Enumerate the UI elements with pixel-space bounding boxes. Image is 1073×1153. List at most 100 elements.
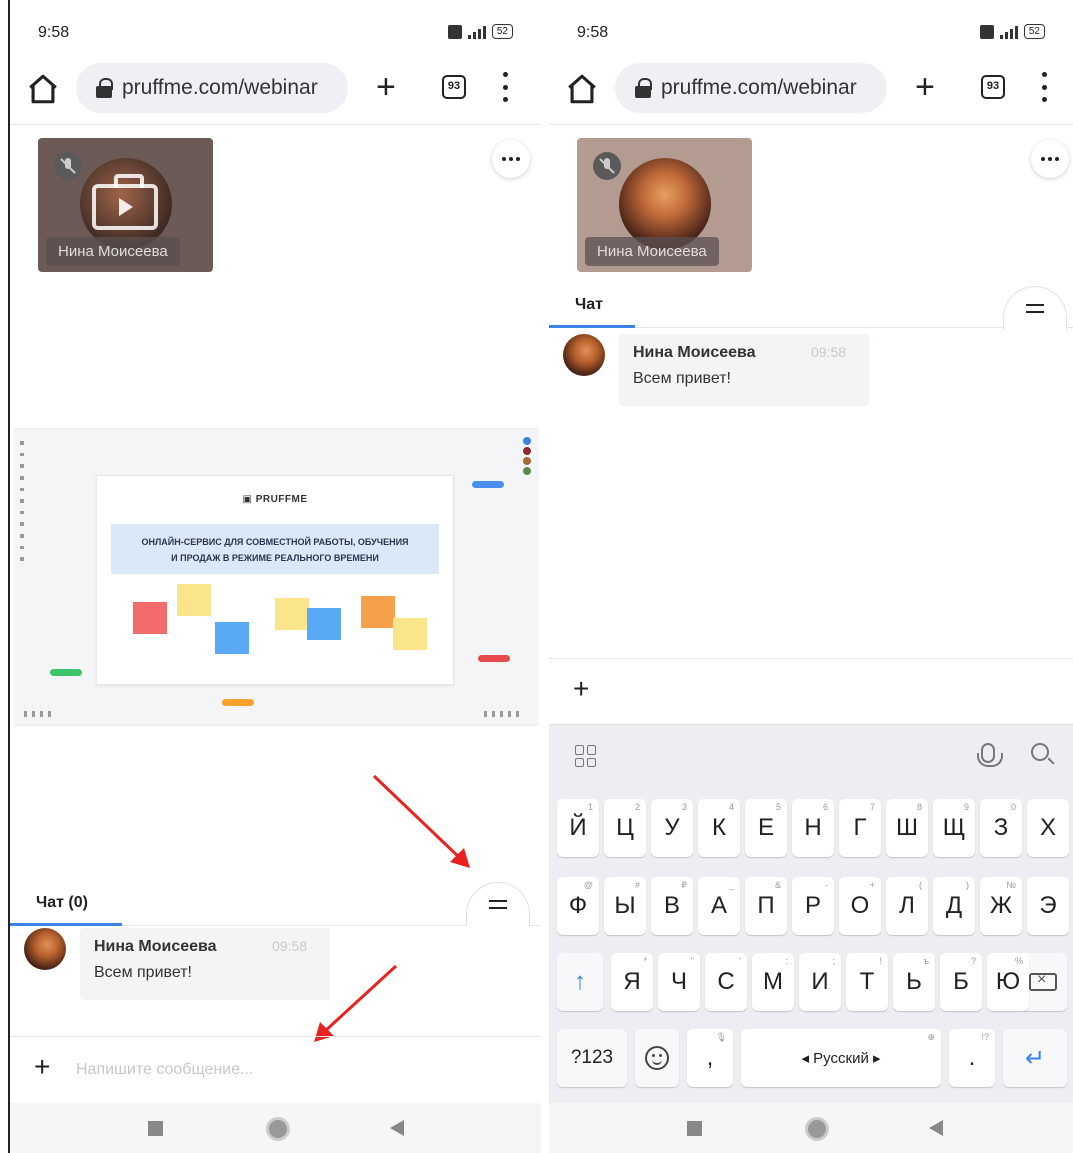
key-4[interactable]: К4: [698, 799, 740, 857]
grid-icon[interactable]: [575, 745, 597, 767]
shift-key[interactable]: ↑: [557, 953, 603, 1011]
search-icon[interactable]: [1031, 743, 1049, 761]
back-button[interactable]: [390, 1120, 404, 1136]
key-9[interactable]: Щ9: [933, 799, 975, 857]
key-5[interactable]: И;: [799, 953, 841, 1011]
message-bubble: Нина Моисеева 09:58 Всем привет!: [80, 928, 330, 1000]
key-11[interactable]: Э: [1027, 877, 1069, 935]
key-7[interactable]: Ьъ: [893, 953, 935, 1011]
home-button[interactable]: [805, 1117, 829, 1141]
participant-video-tile[interactable]: Нина Моисеева: [577, 138, 752, 272]
key-2[interactable]: Ч ": [658, 953, 700, 1011]
signal-icon: [467, 25, 486, 39]
key-label: Г: [853, 814, 867, 841]
key-4[interactable]: А _: [698, 877, 740, 935]
key-label: Ц: [616, 814, 634, 841]
key-2[interactable]: Ц2: [604, 799, 646, 857]
comma-key[interactable]: , 🎙: [687, 1029, 733, 1087]
enter-key[interactable]: ↵: [1003, 1029, 1067, 1087]
tabs-icon[interactable]: 93: [981, 75, 1005, 99]
back-button[interactable]: [929, 1120, 943, 1136]
tab-chat[interactable]: Чат (0): [36, 894, 88, 912]
participant-name: Нина Моисеева: [46, 237, 180, 266]
key-7[interactable]: Г7: [839, 799, 881, 857]
mic-off-icon: [54, 152, 82, 180]
home-icon[interactable]: [26, 72, 60, 106]
key-hint: 5: [775, 802, 781, 812]
message-text: Всем привет!: [633, 370, 731, 387]
key-label: О: [850, 892, 870, 919]
attach-plus-icon[interactable]: +: [34, 1053, 50, 1081]
recents-button[interactable]: [687, 1121, 702, 1136]
key-10[interactable]: З0: [980, 799, 1022, 857]
key-hint: -: [825, 880, 828, 890]
key-10[interactable]: Ж №: [980, 877, 1022, 935]
participant-video-tile[interactable]: Нина Моисеева: [38, 138, 213, 272]
key-11[interactable]: Х: [1027, 799, 1069, 857]
new-tab-plus-icon[interactable]: +: [915, 70, 935, 104]
key-4[interactable]: М:: [752, 953, 794, 1011]
home-icon[interactable]: [565, 72, 599, 106]
key-3[interactable]: С ': [705, 953, 747, 1011]
battery-icon: 52: [1023, 24, 1045, 39]
key-label: Л: [899, 892, 915, 919]
key-9[interactable]: Ю%: [987, 953, 1029, 1011]
hamburger-icon[interactable]: [1003, 286, 1067, 330]
menu-icon[interactable]: [500, 72, 510, 102]
hamburger-icon[interactable]: [466, 882, 530, 926]
key-hint: 3: [681, 802, 687, 812]
key-7[interactable]: О +: [839, 877, 881, 935]
key-1[interactable]: Ф @: [557, 877, 599, 935]
key-1[interactable]: Я *: [611, 953, 653, 1011]
address-bar[interactable]: pruffme.com/webinar: [76, 63, 348, 113]
key-8[interactable]: Л(: [886, 877, 928, 935]
recents-button[interactable]: [148, 1121, 163, 1136]
attach-plus-icon[interactable]: +: [573, 675, 589, 703]
key-6[interactable]: Т!: [846, 953, 888, 1011]
tabs-icon[interactable]: 93: [442, 75, 466, 99]
lock-icon: [96, 78, 113, 98]
key-6[interactable]: Н6: [792, 799, 834, 857]
more-options-button[interactable]: [492, 140, 530, 178]
more-options-button[interactable]: [1031, 140, 1069, 178]
chat-tab-bar: Чат: [549, 270, 1073, 330]
key-hint: ъ: [923, 956, 929, 966]
menu-icon[interactable]: [1039, 72, 1049, 102]
key-6[interactable]: Р-: [792, 877, 834, 935]
key-8[interactable]: Ш8: [886, 799, 928, 857]
address-bar[interactable]: pruffme.com/webinar: [615, 63, 887, 113]
key-hint: !: [879, 956, 882, 966]
key-hint: 8: [916, 802, 922, 812]
space-key[interactable]: ◂ Русский ▸ ⊕: [741, 1029, 941, 1087]
key-label: Б: [953, 968, 969, 995]
key-hint: ': [739, 956, 741, 966]
whiteboard-preview[interactable]: ▣ PRUFFME ОНЛАЙН-СЕРВИС ДЛЯ СОВМЕСТНОЙ Р…: [14, 428, 539, 726]
sticky-note: [307, 608, 341, 640]
key-label: Х: [1039, 814, 1056, 841]
key-label: Ж: [989, 892, 1013, 919]
key-2[interactable]: Ы #: [604, 877, 646, 935]
sticky-note: [215, 622, 249, 654]
period-key[interactable]: .!?: [949, 1029, 995, 1087]
home-button[interactable]: [266, 1117, 290, 1141]
key-label: Р: [804, 892, 821, 919]
key-8[interactable]: Б?: [940, 953, 982, 1011]
tab-chat[interactable]: Чат: [575, 296, 603, 314]
message-input[interactable]: [76, 1055, 476, 1085]
key-hint: ?: [970, 956, 976, 966]
key-9[interactable]: Д): [933, 877, 975, 935]
key-3[interactable]: В ₽: [651, 877, 693, 935]
key-5[interactable]: П &: [745, 877, 787, 935]
left-phone-screen: 9:58 52 pruffme.com/webinar + 93 Нина Мо…: [8, 0, 541, 1153]
key-3[interactable]: У3: [651, 799, 693, 857]
slide-headline: ОНЛАЙН-СЕРВИС ДЛЯ СОВМЕСТНОЙ РАБОТЫ, ОБУ…: [111, 524, 439, 574]
mic-icon[interactable]: [977, 743, 1003, 767]
key-1[interactable]: Й1: [557, 799, 599, 857]
tab-indicator: [10, 923, 122, 926]
symbols-key[interactable]: ?123: [557, 1029, 627, 1087]
battery-icon: 52: [491, 24, 513, 39]
key-label: Д: [945, 892, 963, 919]
key-5[interactable]: Е5: [745, 799, 787, 857]
emoji-key[interactable]: [635, 1029, 679, 1087]
new-tab-plus-icon[interactable]: +: [376, 70, 396, 104]
